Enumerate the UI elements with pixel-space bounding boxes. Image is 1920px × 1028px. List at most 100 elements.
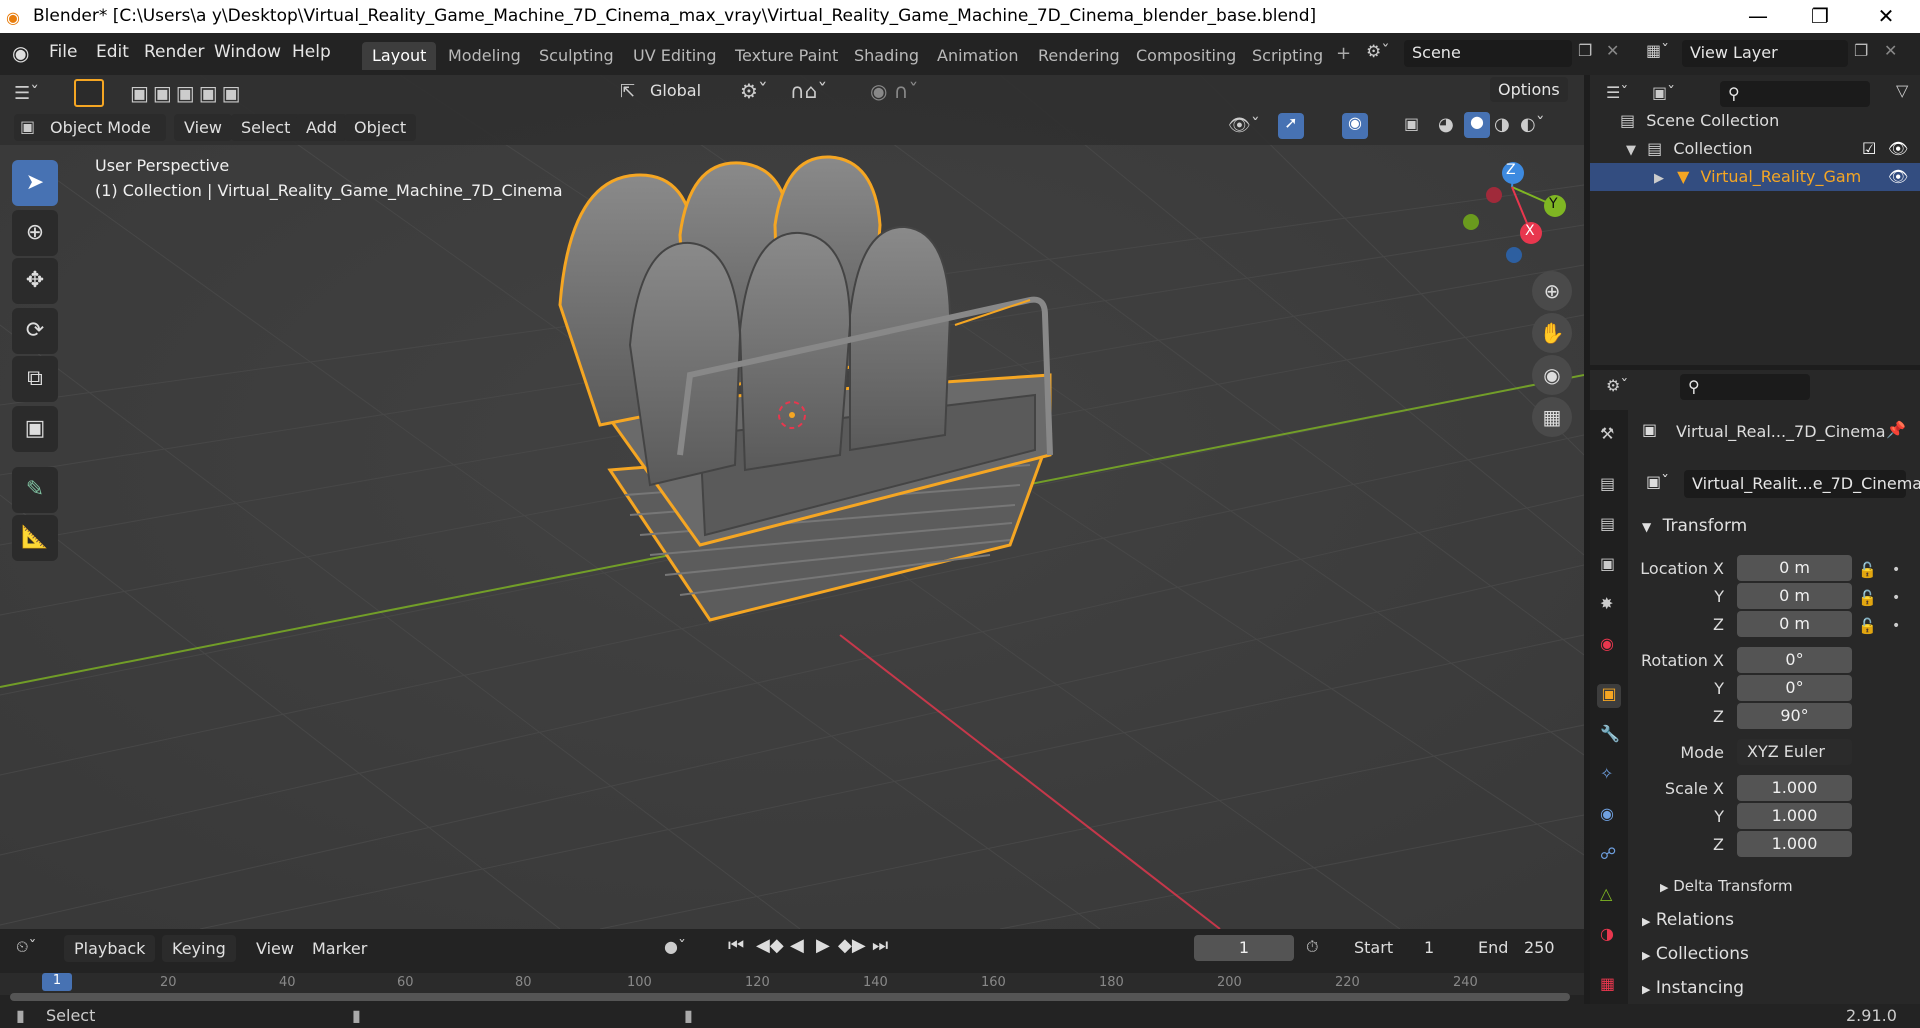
delete-scene-icon[interactable]: ✕ <box>1606 41 1619 60</box>
tab-uv-editing[interactable]: UV Editing <box>623 42 726 70</box>
rotation-z-field[interactable]: 90° <box>1737 703 1852 729</box>
menu-file[interactable]: File <box>49 42 77 62</box>
playback-menu[interactable]: Playback <box>64 935 156 962</box>
tab-compositing[interactable]: Compositing <box>1126 42 1246 70</box>
object-menu[interactable]: Object <box>344 114 417 141</box>
tab-shading[interactable]: Shading <box>844 42 929 70</box>
camera-view-icon[interactable]: ◉ <box>1532 355 1572 395</box>
cursor-tool[interactable]: ⊕ <box>12 210 58 256</box>
end-frame-value[interactable]: 250 <box>1524 938 1555 957</box>
object-visibility-icon[interactable]: 👁 <box>1888 167 1908 186</box>
select-menu[interactable]: Select <box>231 114 301 141</box>
delta-transform-section[interactable]: ▶ Delta Transform <box>1660 877 1793 895</box>
measure-tool[interactable]: 📐 <box>12 515 58 561</box>
keyframe-dots[interactable]: • • • <box>1892 556 1906 640</box>
tab-sculpting[interactable]: Sculpting <box>529 42 624 70</box>
location-z-field[interactable]: 0 m <box>1737 611 1852 637</box>
prev-keyframe-icon[interactable]: ◀◆ <box>756 935 784 956</box>
copy-view-layer-icon[interactable]: ❐ <box>1854 41 1868 60</box>
blender-menu-icon[interactable]: ◉ <box>12 41 29 65</box>
location-x-field[interactable]: 0 m <box>1737 555 1852 581</box>
menu-render[interactable]: Render <box>144 42 205 62</box>
preview-range-icon[interactable]: ⏱ <box>1306 937 1318 957</box>
xray-icon[interactable]: ▣ <box>1404 114 1419 133</box>
annotate-tool[interactable]: ✎ <box>12 467 58 513</box>
rotate-tool[interactable]: ⟳ <box>12 308 58 354</box>
timeline-scrollbar[interactable] <box>10 993 1570 1001</box>
collections-section[interactable]: ▶ Collections <box>1642 944 1749 964</box>
pin-icon[interactable]: 📌 <box>1886 420 1906 439</box>
editor-type-icon[interactable]: ☰ˇ <box>14 83 39 104</box>
marker-menu[interactable]: Marker <box>302 935 377 962</box>
3d-viewport[interactable]: Z Y X ☰ˇ ▣▣▣▣▣ ⇱ Global ⚙ˇ ∩⌂ˇ ◉ ∩ˇ Opti… <box>0 75 1584 929</box>
copy-scene-icon[interactable]: ❐ <box>1578 41 1592 60</box>
selection-mode-icons[interactable]: ▣▣▣▣▣ <box>130 81 244 105</box>
scene-collection-row[interactable]: ▤ Scene Collection <box>1620 111 1779 130</box>
lock-icons[interactable]: 🔓 🔓 🔓 <box>1858 556 1882 640</box>
display-mode-icon[interactable]: ▣ˇ <box>1652 83 1675 102</box>
outliner-editor-icon[interactable]: ☰ˇ <box>1606 83 1628 102</box>
zoom-icon[interactable]: ⊕ <box>1532 271 1572 311</box>
delete-view-layer-icon[interactable]: ✕ <box>1884 41 1897 60</box>
transform-tool[interactable]: ▣ <box>12 406 58 452</box>
properties-editor-icon[interactable]: ⚙ˇ <box>1606 376 1628 395</box>
transform-panel-header[interactable]: ▼ Transform <box>1642 516 1747 536</box>
solid-shading-icon[interactable]: ● <box>1464 112 1490 138</box>
scene-tab-icon[interactable]: ✸ <box>1600 594 1613 613</box>
physics-tab-icon[interactable]: ◉ <box>1600 804 1614 823</box>
keying-menu[interactable]: Keying <box>162 935 236 962</box>
scene-selector-icon[interactable]: ⚙ˇ <box>1366 42 1390 62</box>
scale-z-field[interactable]: 1.000 <box>1737 831 1852 857</box>
options-button[interactable]: Options <box>1490 77 1568 102</box>
menu-window[interactable]: Window <box>214 42 281 62</box>
menu-edit[interactable]: Edit <box>96 42 129 62</box>
start-frame-value[interactable]: 1 <box>1424 938 1434 957</box>
snap-icon[interactable]: ∩⌂ˇ <box>790 79 827 103</box>
minimize-button[interactable]: — <box>1738 3 1778 29</box>
add-workspace-icon[interactable]: + <box>1336 43 1351 64</box>
current-frame-field[interactable]: 1 <box>1194 935 1294 961</box>
view-layer-icon[interactable]: ▦ˇ <box>1646 41 1669 60</box>
jump-end-icon[interactable]: ⏭ <box>872 935 888 956</box>
world-tab-icon[interactable]: ◉ <box>1600 634 1614 653</box>
material-shading-icon[interactable]: ◑ <box>1494 114 1510 135</box>
select-box-icon[interactable] <box>74 79 104 107</box>
chevron-right-icon[interactable]: ▶ <box>1654 171 1664 186</box>
instancing-section[interactable]: ▶ Instancing <box>1642 978 1744 998</box>
move-tool[interactable]: ✥ <box>12 258 58 304</box>
scene-name-field[interactable]: Scene <box>1404 40 1572 67</box>
data-tab-icon[interactable]: △ <box>1600 884 1612 903</box>
proportional-edit-icon[interactable]: ◉ ∩ˇ <box>870 79 918 103</box>
close-button[interactable]: ✕ <box>1866 3 1906 29</box>
gizmo-z-label[interactable]: Z <box>1506 162 1516 178</box>
select-tool[interactable]: ➤ <box>12 160 58 206</box>
tab-animation[interactable]: Animation <box>927 42 1029 70</box>
render-tab-icon[interactable]: ▤ <box>1600 474 1615 493</box>
pivot-icon[interactable]: ⚙ˇ <box>740 79 768 103</box>
collection-checkbox-icon[interactable]: ☑ <box>1862 139 1876 158</box>
wireframe-shading-icon[interactable]: ◕ <box>1438 114 1454 135</box>
filter-icon[interactable]: ▽ <box>1896 81 1908 100</box>
play-icon[interactable]: ▶ <box>816 935 830 956</box>
view-layer-tab-icon[interactable]: ▣ <box>1600 554 1615 573</box>
rotation-y-field[interactable]: 0° <box>1737 675 1852 701</box>
next-keyframe-icon[interactable]: ◆▶ <box>838 935 866 956</box>
rendered-shading-icon[interactable]: ◐ˇ <box>1520 114 1545 135</box>
rotation-mode-select[interactable]: XYZ Euler <box>1737 739 1852 765</box>
data-selector-icon[interactable]: ▣ˇ <box>1646 472 1669 491</box>
timeline-editor[interactable]: ⏲ˇ Playback Keying View Marker ●ˇ ⏮ ◀◆ ◀… <box>0 929 1584 1004</box>
chevron-down-icon[interactable]: ▼ <box>1626 143 1636 158</box>
perspective-toggle-icon[interactable]: ▦ <box>1532 397 1572 437</box>
menu-help[interactable]: Help <box>292 42 331 62</box>
timeline-view-menu[interactable]: View <box>246 935 304 962</box>
view-menu[interactable]: View <box>174 114 232 141</box>
object-tab-icon[interactable]: ▣ <box>1597 684 1621 708</box>
object-mode-select[interactable]: Object Mode <box>14 114 166 141</box>
tab-scripting[interactable]: Scripting <box>1242 42 1333 70</box>
object-row-content[interactable]: ▶ ▼ Virtual_Reality_Gam <box>1654 167 1861 186</box>
gizmo-x-label[interactable]: X <box>1525 223 1535 239</box>
texture-tab-icon[interactable]: ▦ <box>1600 974 1615 993</box>
tab-texture-paint[interactable]: Texture Paint <box>725 42 848 70</box>
object-name-field[interactable]: Virtual_Realit...e_7D_Cinema <box>1684 470 1920 498</box>
pan-hand-icon[interactable]: ✋ <box>1532 313 1572 353</box>
